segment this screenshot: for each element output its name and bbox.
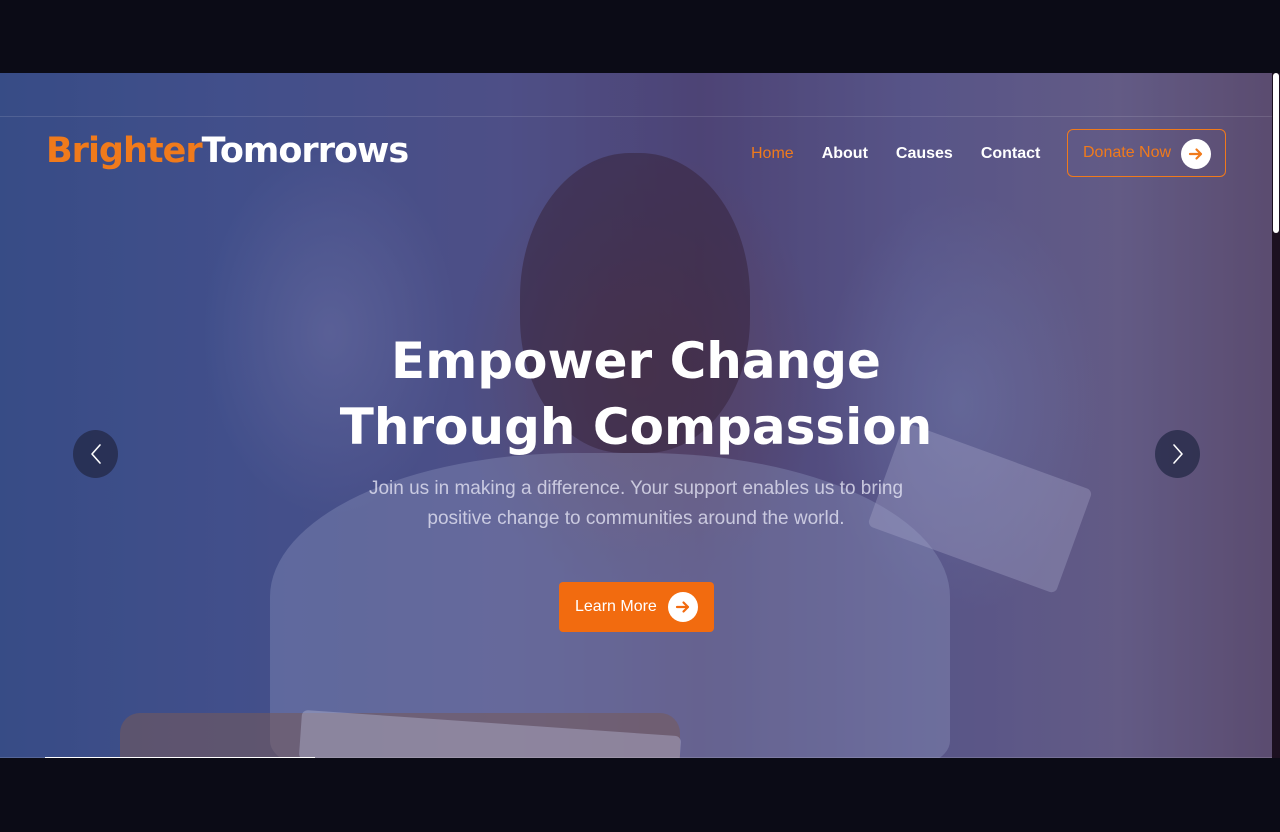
brand-logo[interactable]: BrighterTomorrows: [46, 131, 410, 171]
brand-logo-part2: Tomorrows: [201, 131, 410, 171]
learn-more-button[interactable]: Learn More: [559, 582, 714, 632]
nav-causes[interactable]: Causes: [896, 145, 953, 163]
hero-subtitle-line2: positive change to communities around th…: [427, 508, 845, 529]
hero-title: Empower Change Through Compassion: [0, 328, 1272, 460]
hero-title-line1: Empower Change: [391, 332, 881, 390]
chevron-right-icon: [1172, 444, 1183, 464]
arrow-right-icon: [1181, 139, 1211, 169]
nav-contact[interactable]: Contact: [981, 145, 1041, 163]
letterbox-top: [0, 0, 1280, 73]
page-scrollbar-thumb[interactable]: [1273, 73, 1279, 233]
brand-logo-part1: Brighter: [46, 131, 203, 171]
slider-prev-button[interactable]: [73, 430, 118, 478]
donate-now-label: Donate Now: [1083, 144, 1172, 161]
donate-now-button[interactable]: Donate Now: [1067, 129, 1226, 177]
hero-title-line2: Through Compassion: [339, 398, 933, 456]
hero-section: BrighterTomorrows Home About Causes Cont…: [0, 73, 1272, 758]
hero-subtitle: Join us in making a difference. Your sup…: [340, 474, 932, 534]
letterbox-bottom: [0, 758, 1280, 832]
nav-about[interactable]: About: [822, 145, 868, 163]
hero-subtitle-line1: Join us in making a difference. Your sup…: [368, 478, 904, 499]
main-nav: Home About Causes Contact: [751, 145, 1040, 163]
header-divider: [0, 116, 1272, 117]
slider-next-button[interactable]: [1155, 430, 1200, 478]
nav-home[interactable]: Home: [751, 145, 794, 163]
learn-more-label: Learn More: [575, 598, 657, 615]
chevron-left-icon: [90, 444, 101, 464]
arrow-right-icon: [668, 592, 698, 622]
